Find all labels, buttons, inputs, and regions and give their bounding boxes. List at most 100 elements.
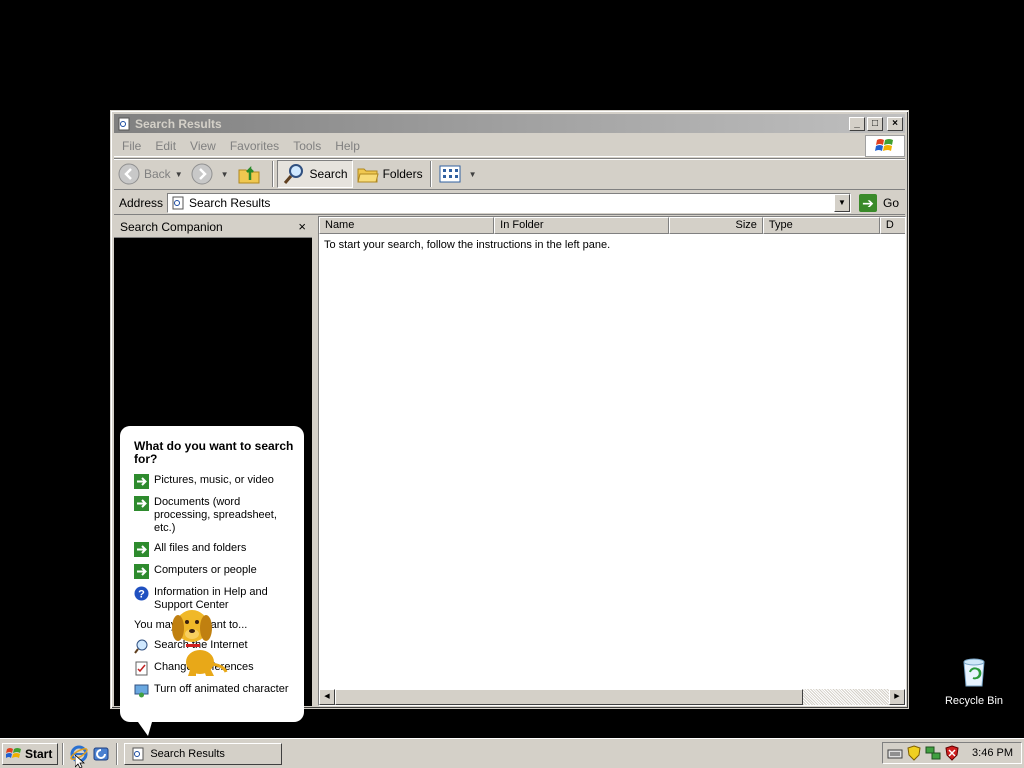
forward-button[interactable]: ▼ [187,160,233,188]
go-button[interactable]: ➔ Go [851,193,905,212]
green-arrow-icon [134,474,149,489]
system-tray: 3:46 PM [882,742,1022,764]
preferences-icon [135,661,148,676]
green-arrow-icon [134,542,149,557]
scroll-track[interactable] [335,689,889,705]
recycle-bin-label: Recycle Bin [944,695,1004,707]
folders-button[interactable]: Folders [353,160,427,188]
search-label: Search [309,167,348,181]
search-dog-character-icon[interactable] [166,604,230,678]
option-label: Turn off animated character [154,683,289,695]
windows-flag-icon [6,747,21,758]
character-icon [134,684,149,698]
close-pane-icon[interactable]: × [298,219,306,234]
empty-results-message: To start your search, follow the instruc… [324,239,611,251]
search-magnifier-icon [283,164,303,184]
task-label: Search Results [150,747,225,760]
green-arrow-icon [134,564,149,579]
scroll-right-icon[interactable]: ▶ [889,689,905,705]
taskbar-divider [62,742,65,765]
title-bar[interactable]: Search Results _ □ × [114,114,905,133]
views-icon [439,165,461,183]
back-dropdown-icon[interactable]: ▼ [175,170,183,179]
scroll-left-icon[interactable]: ◀ [319,689,335,705]
start-button[interactable]: Start [2,742,59,765]
option-documents[interactable]: Documents (word processing, spreadsheet,… [134,496,294,535]
menu-tools[interactable]: Tools [286,139,328,153]
column-in-folder[interactable]: In Folder [494,217,670,234]
horizontal-scrollbar[interactable]: ◀ ▶ [319,689,905,705]
go-arrow-icon: ➔ [858,193,877,212]
menu-bar: File Edit View Favorites Tools Help [114,135,905,157]
column-name[interactable]: Name [319,217,495,234]
windows-logo-icon [865,135,905,157]
internet-search-icon [134,639,148,654]
column-header: Name In Folder Size Type D [319,217,905,234]
recycle-bin-icon [963,658,985,687]
green-arrow-icon [134,496,149,511]
minimize-button[interactable]: _ [849,116,865,131]
close-button[interactable]: × [887,116,903,131]
menu-file[interactable]: File [114,139,148,153]
up-folder-icon [238,165,260,184]
scroll-thumb[interactable] [335,689,803,705]
help-icon: ? [134,586,149,601]
security-alert-icon[interactable] [944,745,960,761]
up-folder-button[interactable] [233,160,269,188]
search-question: What do you want to search for? [134,439,294,466]
address-dropdown-icon[interactable]: ▼ [833,193,850,212]
search-button[interactable]: Search [276,160,353,188]
go-label: Go [882,195,899,210]
option-label: Documents (word processing, spreadsheet,… [154,496,277,534]
svg-text:?: ? [138,589,145,601]
column-type[interactable]: Type [762,217,880,234]
option-label: All files and folders [154,542,247,554]
mouse-cursor-icon [75,755,85,768]
option-label: Computers or people [154,564,257,576]
taskbar-divider [116,742,119,765]
results-pane: Name In Folder Size Type D To start your… [318,216,906,706]
search-results-icon [172,196,184,209]
network-icon[interactable] [925,745,941,761]
forward-arrow-icon [191,163,213,185]
recycle-bin-desktop-icon[interactable]: Recycle Bin [940,656,1008,707]
back-arrow-icon [118,163,140,185]
search-window-icon [118,117,130,130]
start-label: Start [25,746,53,761]
option-turn-off-character[interactable]: Turn off animated character [134,683,294,698]
menu-edit[interactable]: Edit [148,139,183,153]
back-button[interactable]: Back ▼ [114,160,187,188]
address-label: Address [119,195,164,210]
menu-help[interactable]: Help [328,139,367,153]
views-button[interactable]: ▼ [435,160,481,188]
taskbar: Start Search Results 3:46 PM [0,738,1024,768]
security-shield-icon[interactable] [906,745,922,761]
option-pictures-music-video[interactable]: Pictures, music, or video [134,474,294,489]
address-value: Search Results [189,195,271,210]
toolbar-separator [429,161,432,187]
folders-label: Folders [382,167,423,181]
standard-toolbar: Back ▼ ▼ Search Folders ▼ [114,158,905,190]
address-input[interactable]: Search Results ▼ [167,192,851,213]
address-bar: Address Search Results ▼ ➔ Go [114,191,905,215]
column-size[interactable]: Size [669,217,763,234]
window-title: Search Results [135,116,222,131]
forward-dropdown-icon[interactable]: ▼ [221,170,229,179]
taskbar-search-results-button[interactable]: Search Results [124,742,283,765]
menu-favorites[interactable]: Favorites [223,139,286,153]
views-dropdown-icon[interactable]: ▼ [469,170,477,179]
option-computers-people[interactable]: Computers or people [134,564,294,579]
search-companion-title: Search Companion [120,219,223,234]
option-all-files-folders[interactable]: All files and folders [134,542,294,557]
menu-view[interactable]: View [183,139,223,153]
option-label: Pictures, music, or video [154,474,274,486]
outlook-express-icon[interactable] [92,745,110,763]
search-results-window: Search Results _ □ × File Edit View Favo… [110,110,909,736]
clock[interactable]: 3:46 PM [972,747,1017,759]
folders-icon [356,168,379,183]
search-companion-header: Search Companion × [114,216,312,238]
maximize-button[interactable]: □ [867,116,883,131]
column-date[interactable]: D [879,217,905,234]
toolbar-separator [271,161,274,187]
keyboard-icon[interactable] [887,745,903,761]
